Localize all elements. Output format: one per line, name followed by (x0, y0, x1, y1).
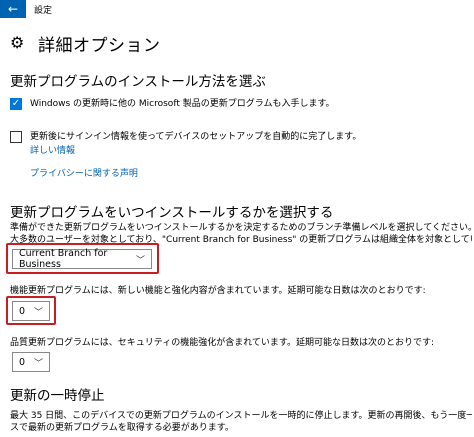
chevron-down-icon: ﹀ (33, 307, 43, 318)
checkbox-box[interactable]: ✓ (10, 98, 22, 110)
page-header: ⚙ 詳細オプション (10, 31, 161, 56)
quality-updates-label: 品質更新プログラムには、セキュリティの機能強化が含まれています。延期可能な日数は… (10, 338, 435, 348)
learn-more-link[interactable]: 詳しい情報 (30, 143, 75, 156)
feature-days-select[interactable]: 0 ﹀ (12, 301, 50, 321)
gear-icon: ⚙ (10, 33, 25, 52)
checkmark-icon: ✓ (11, 98, 21, 109)
checkbox-auto-signin[interactable]: 更新後にサインイン情報を使ってデバイスのセットアップを自動的に完了します。 (10, 131, 361, 143)
branch-description-line1: 準備ができた更新プログラムをいつインストールするかを決定するためのブランチ準備レ… (10, 223, 472, 233)
feature-updates-label: 機能更新プログラムには、新しい機能と強化内容が含まれています。延期可能な日数は次… (10, 286, 426, 296)
pause-updates-heading: 更新の一時停止 (10, 388, 105, 404)
window-title: 設定 (34, 6, 53, 16)
back-arrow-icon: ← (7, 2, 19, 16)
checkbox-label: Windows の更新時に他の Microsoft 製品の更新プログラムも入手し… (30, 99, 335, 109)
checkbox-other-products[interactable]: ✓ Windows の更新時に他の Microsoft 製品の更新プログラムも入… (10, 98, 335, 110)
checkbox-box[interactable] (10, 131, 22, 143)
back-button[interactable]: ← (0, 0, 26, 18)
pause-description-line2: スで最新の更新プログラムを取得する必要があります。 (10, 423, 234, 433)
install-method-heading: 更新プログラムのインストール方法を選ぶ (10, 74, 266, 90)
quality-days-value: 0 (19, 356, 26, 368)
page-title: 詳細オプション (38, 35, 161, 56)
when-install-heading: 更新プログラムをいつインストールするかを選択する (10, 205, 334, 221)
chevron-down-icon: ﹀ (135, 255, 145, 266)
quality-days-select[interactable]: 0 ﹀ (12, 352, 50, 372)
pause-description-line1: 最大 35 日間、このデバイスでの更新プログラムのインストールを一時的に停止しま… (10, 411, 472, 421)
feature-days-value: 0 (19, 305, 26, 317)
chevron-down-icon: ﹀ (33, 358, 43, 369)
title-bar: ← 設定 (0, 0, 474, 18)
branch-select-value: Current Branch for Business (19, 248, 108, 270)
branch-select[interactable]: Current Branch for Business ﹀ (12, 248, 152, 270)
privacy-statement-link[interactable]: プライバシーに関する声明 (30, 166, 138, 179)
checkbox-label: 更新後にサインイン情報を使ってデバイスのセットアップを自動的に完了します。 (30, 132, 362, 142)
